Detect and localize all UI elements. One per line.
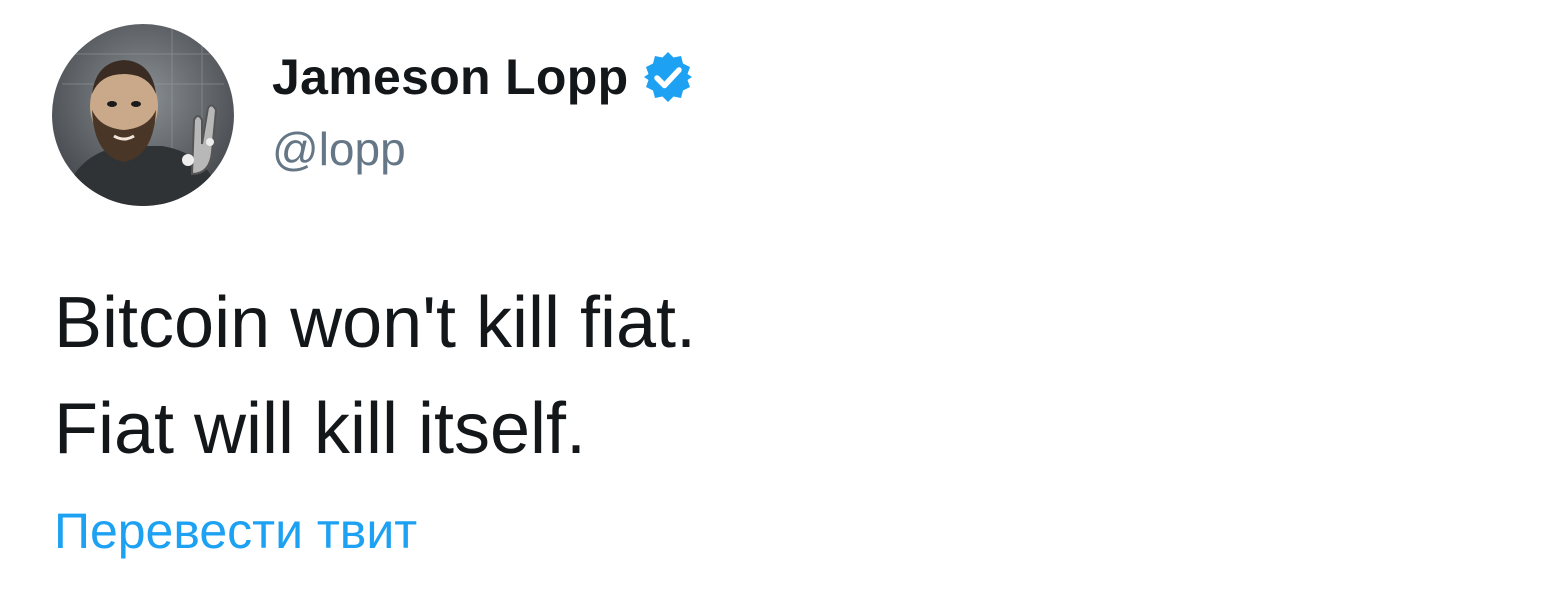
tweet-body: Bitcoin won't kill fiat. Fiat will kill …: [54, 270, 696, 482]
verified-badge-icon: [640, 49, 696, 105]
author-display-name[interactable]: Jameson Lopp: [272, 48, 628, 106]
author-name-row: Jameson Lopp: [272, 46, 696, 108]
author-avatar[interactable]: [52, 24, 234, 206]
author-handle[interactable]: @lopp: [272, 122, 406, 176]
tweet-line: Bitcoin won't kill fiat.: [54, 283, 696, 363]
tweet-line: Fiat will kill itself.: [54, 389, 587, 469]
tweet-card: Jameson Lopp @lopp Bitcoin won't kill fi…: [0, 0, 1552, 590]
translate-tweet-link[interactable]: Перевести твит: [54, 502, 417, 560]
avatar-illustration-icon: [52, 24, 234, 206]
